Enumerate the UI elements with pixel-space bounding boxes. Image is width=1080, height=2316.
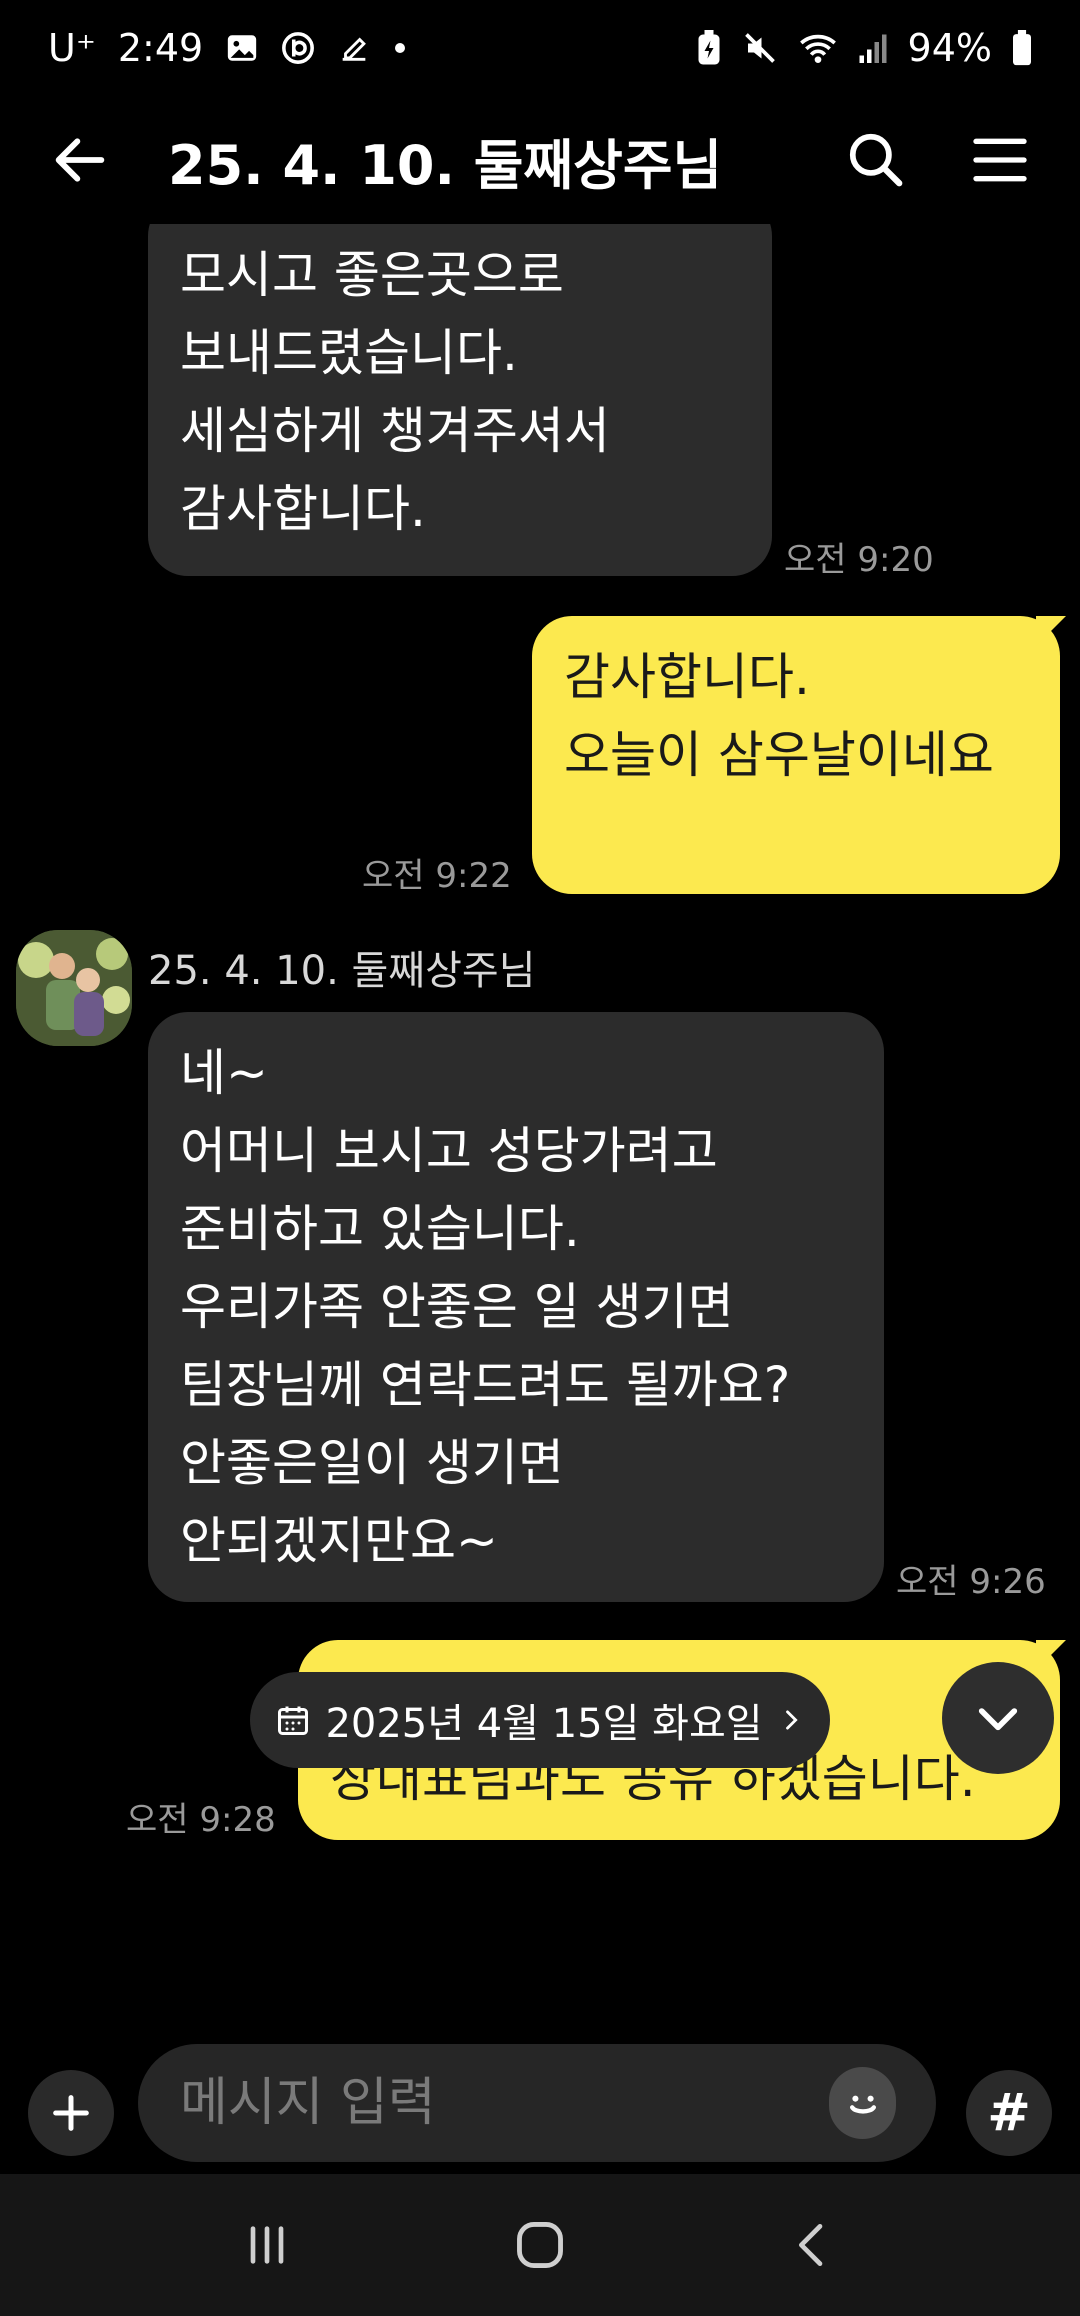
home-button[interactable] xyxy=(490,2195,590,2295)
date-chip-label: 2025년 4월 15일 화요일 xyxy=(325,1701,763,1747)
sender-name: 25. 4. 10. 둘째상주님 xyxy=(148,948,536,994)
message-bubble-outgoing[interactable]: 감사합니다. 오늘이 삼우날이네요 xyxy=(532,616,1060,894)
message-input-bar: # xyxy=(0,2034,1080,2174)
chevron-left-icon xyxy=(799,2224,823,2266)
back-button[interactable] xyxy=(40,120,120,200)
attach-button[interactable] xyxy=(28,2070,114,2156)
message-input[interactable] xyxy=(178,2072,829,2134)
recent-apps-icon xyxy=(250,2226,283,2264)
chat-title: 25. 4. 10. 둘째상주님 xyxy=(168,133,723,197)
avatar[interactable] xyxy=(16,930,132,1046)
arrow-left-icon xyxy=(55,138,105,182)
plus-icon xyxy=(53,2095,89,2131)
hashtag-button[interactable]: # xyxy=(966,2070,1052,2156)
emoji-icon xyxy=(849,2095,876,2114)
more-notifications-dot-icon xyxy=(393,41,407,55)
scroll-to-bottom-button[interactable] xyxy=(942,1662,1054,1774)
battery-icon xyxy=(1012,30,1032,66)
status-bar: U⁺ 2:49 94% xyxy=(0,0,1080,96)
date-jump-chip[interactable]: 2025년 4월 15일 화요일 xyxy=(250,1672,830,1768)
clock: 2:49 xyxy=(117,26,204,70)
calendar-icon xyxy=(278,1706,309,1735)
gallery-notification-icon xyxy=(225,31,259,65)
chat-message-list[interactable]: 모시고 좋은곳으로 보내드렸습니다. 세심하게 챙겨주셔서 감사합니다. 오전 … xyxy=(0,224,1080,2034)
message-bubble-incoming[interactable]: 모시고 좋은곳으로 보내드렸습니다. 세심하게 챙겨주셔서 감사합니다. xyxy=(148,224,772,576)
chevron-right-icon xyxy=(785,1710,798,1730)
home-icon xyxy=(517,2222,563,2268)
message-time: 오전 9:28 xyxy=(126,1800,276,1840)
mute-icon xyxy=(742,30,778,66)
message-bubble-incoming[interactable]: 네~ 어머니 보시고 성당가려고 준비하고 있습니다. 우리가족 안좋은 일 생… xyxy=(148,1012,884,1602)
recent-apps-button[interactable] xyxy=(217,2195,317,2295)
message-input-container[interactable] xyxy=(138,2044,936,2162)
system-back-button[interactable] xyxy=(763,2195,863,2295)
search-button[interactable] xyxy=(836,120,916,200)
battery-percentage: 94% xyxy=(907,26,992,70)
signal-icon xyxy=(858,31,888,65)
message-time: 오전 9:20 xyxy=(784,540,934,580)
app-b-notification-icon xyxy=(281,31,315,65)
system-navigation-bar xyxy=(0,2174,1080,2316)
menu-button[interactable] xyxy=(960,120,1040,200)
message-time: 오전 9:26 xyxy=(896,1562,1046,1602)
message-time: 오전 9:22 xyxy=(362,856,512,896)
hamburger-menu-icon xyxy=(973,138,1027,182)
emoji-button[interactable] xyxy=(829,2067,896,2139)
wifi-icon xyxy=(798,30,838,66)
search-icon xyxy=(849,133,903,187)
hashtag-label: # xyxy=(987,2083,1031,2143)
edit-notification-icon xyxy=(337,31,371,65)
chat-header: 25. 4. 10. 둘째상주님 xyxy=(0,96,1080,224)
chevron-down-icon xyxy=(978,1708,1018,1731)
carrier-label: U⁺ xyxy=(48,26,96,70)
battery-saver-icon xyxy=(696,30,722,66)
